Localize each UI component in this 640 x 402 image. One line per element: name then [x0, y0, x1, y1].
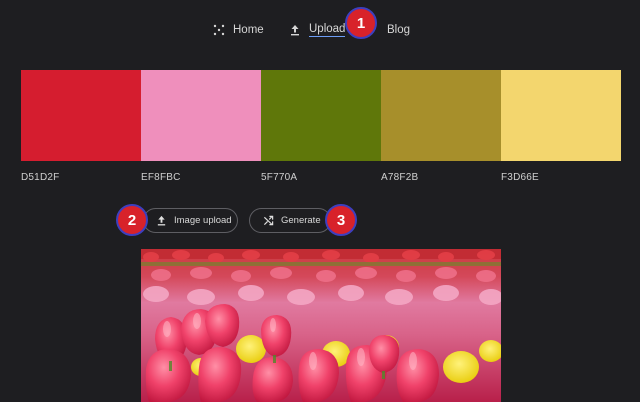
dots-icon: [213, 24, 225, 36]
swatch-4[interactable]: [381, 70, 501, 161]
swatch-3[interactable]: [261, 70, 381, 161]
generate-button[interactable]: Generate: [249, 208, 331, 233]
shuffle-icon: [263, 215, 274, 226]
marker-badge-3: 3: [325, 204, 357, 236]
hex-code: A78F2B: [381, 172, 419, 183]
uploaded-image-preview: [141, 249, 501, 402]
hex-code: EF8FBC: [141, 172, 181, 183]
nav-blog-label: Blog: [387, 24, 411, 36]
swatch-5[interactable]: [501, 70, 621, 161]
marker-badge-2: 2: [116, 204, 148, 236]
swatch-2[interactable]: [141, 70, 261, 161]
top-nav: Home Upload Blog: [0, 21, 640, 39]
marker-badge-1: 1: [345, 7, 377, 39]
hex-code: 5F770A: [261, 172, 298, 183]
nav-home[interactable]: Home: [213, 21, 264, 39]
hex-code: F3D66E: [501, 172, 539, 183]
upload-icon: [156, 215, 167, 226]
photo-image: [141, 249, 501, 402]
image-upload-button[interactable]: Image upload: [143, 208, 238, 233]
nav-blog[interactable]: Blog: [387, 21, 410, 39]
nav-home-label: Home: [233, 24, 264, 36]
hex-codes: D51D2F EF8FBC 5F770A A78F2B F3D66E: [21, 172, 621, 186]
swatch-1[interactable]: [21, 70, 141, 161]
image-upload-label: Image upload: [174, 215, 232, 226]
generate-label: Generate: [281, 215, 321, 226]
nav-upload-label: Upload: [309, 23, 346, 37]
upload-icon: [289, 24, 301, 36]
hex-code: D51D2F: [21, 172, 60, 183]
color-palette: [21, 70, 621, 161]
nav-upload[interactable]: Upload: [289, 21, 346, 39]
